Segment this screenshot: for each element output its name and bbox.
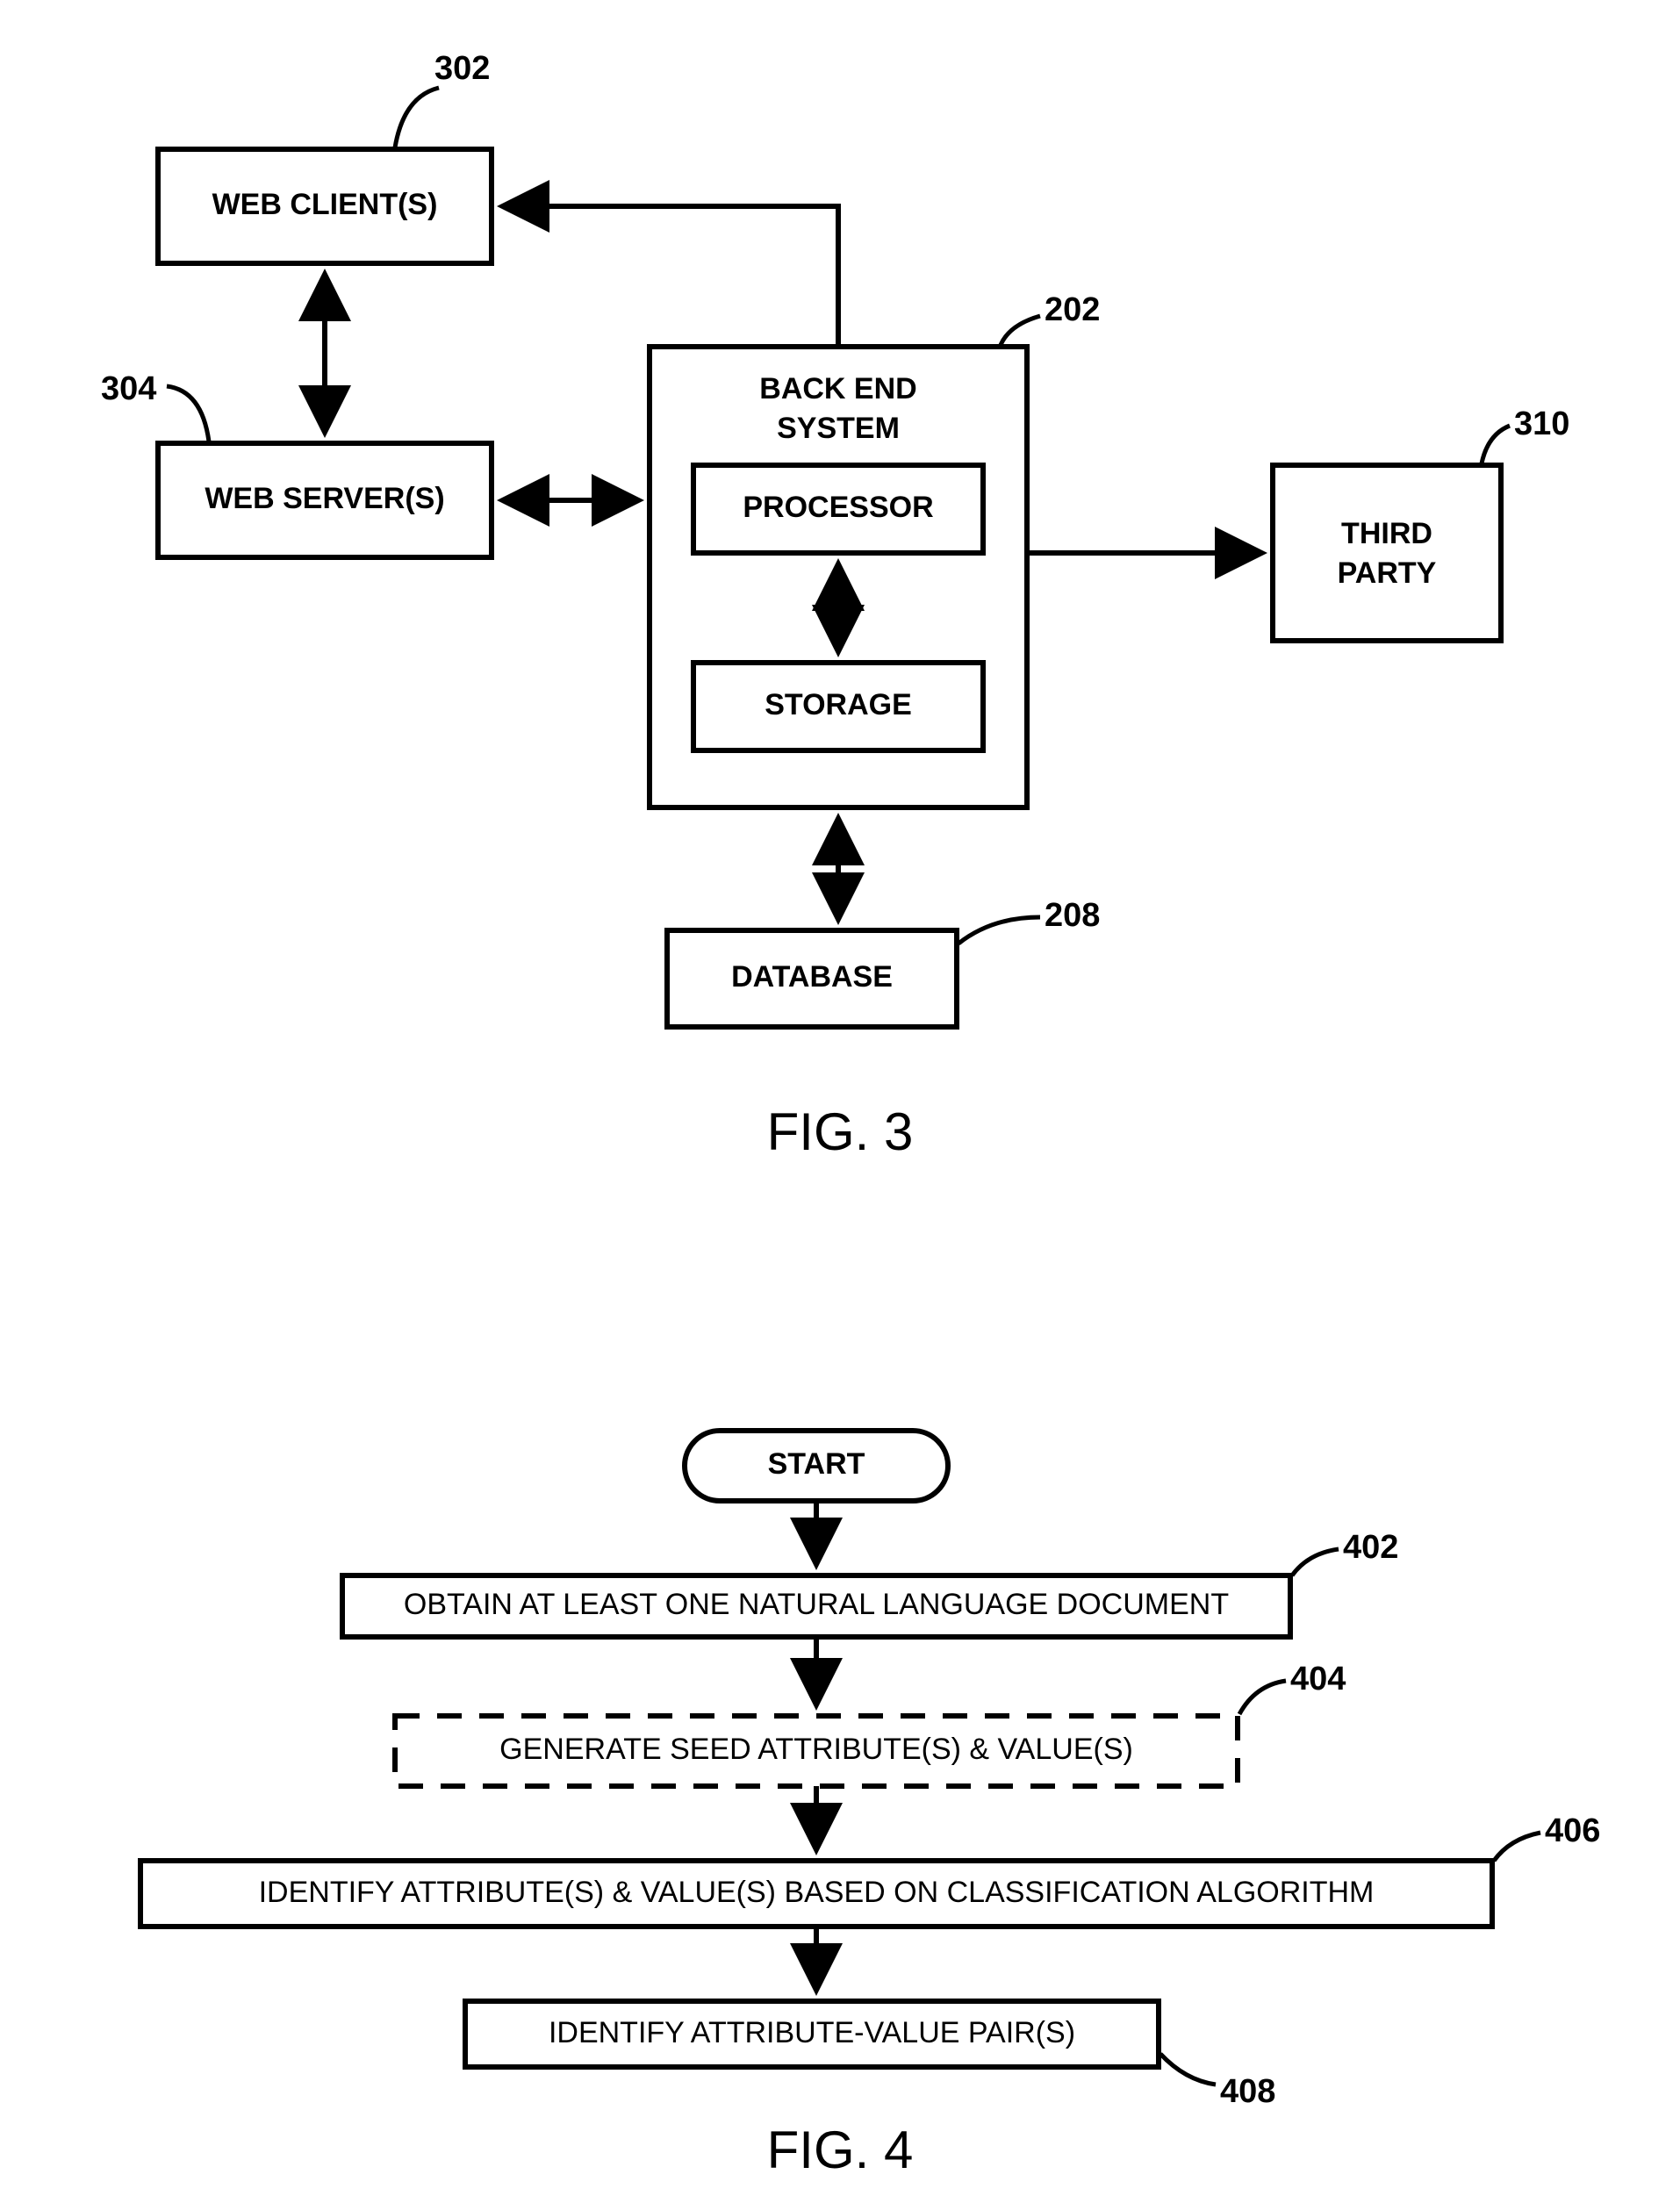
diagram-page: WEB CLIENT(S) 302 WEB SERVER(S) 304 BACK… — [0, 0, 1680, 2196]
processor-label: PROCESSOR — [743, 491, 933, 524]
leader-402 — [1292, 1549, 1339, 1575]
ref-302: 302 — [434, 50, 490, 87]
backend-label-line1: BACK END — [759, 372, 916, 405]
leader-310 — [1482, 426, 1510, 463]
ref-310: 310 — [1514, 405, 1569, 442]
database-label: DATABASE — [731, 960, 893, 994]
leader-202 — [1001, 316, 1040, 345]
step-402-label: OBTAIN AT LEAST ONE NATURAL LANGUAGE DOC… — [404, 1588, 1229, 1621]
web-server-label: WEB SERVER(S) — [205, 482, 444, 515]
third-party-box — [1273, 465, 1501, 641]
step-406-label: IDENTIFY ATTRIBUTE(S) & VALUE(S) BASED O… — [259, 1876, 1375, 1909]
third-party-label-2: PARTY — [1338, 556, 1437, 590]
figure-4: START OBTAIN AT LEAST ONE NATURAL LANGUA… — [140, 1431, 1600, 2179]
figure-3: WEB CLIENT(S) 302 WEB SERVER(S) 304 BACK… — [101, 50, 1569, 1161]
fig4-caption: FIG. 4 — [767, 2121, 914, 2179]
backend-label-line2: SYSTEM — [777, 412, 900, 445]
ref-406: 406 — [1545, 1812, 1600, 1849]
leader-406 — [1494, 1833, 1540, 1861]
storage-label: STORAGE — [765, 688, 912, 721]
third-party-label-1: THIRD — [1341, 517, 1432, 550]
ref-304: 304 — [101, 370, 156, 407]
leader-408 — [1160, 2054, 1216, 2085]
step-408-label: IDENTIFY ATTRIBUTE-VALUE PAIR(S) — [549, 2016, 1075, 2049]
leader-302 — [395, 88, 439, 147]
leader-304 — [167, 386, 209, 441]
fig3-caption: FIG. 3 — [767, 1102, 914, 1161]
web-client-label: WEB CLIENT(S) — [212, 188, 438, 221]
ref-202: 202 — [1045, 291, 1100, 328]
ref-402: 402 — [1343, 1529, 1398, 1566]
leader-404 — [1239, 1681, 1286, 1714]
start-label: START — [768, 1447, 865, 1481]
ref-408: 408 — [1220, 2073, 1275, 2110]
leader-208 — [958, 917, 1040, 944]
ref-404: 404 — [1290, 1661, 1346, 1697]
arrow-backend-client — [502, 206, 838, 347]
step-404-label: GENERATE SEED ATTRIBUTE(S) & VALUE(S) — [499, 1733, 1133, 1766]
ref-208: 208 — [1045, 897, 1100, 934]
